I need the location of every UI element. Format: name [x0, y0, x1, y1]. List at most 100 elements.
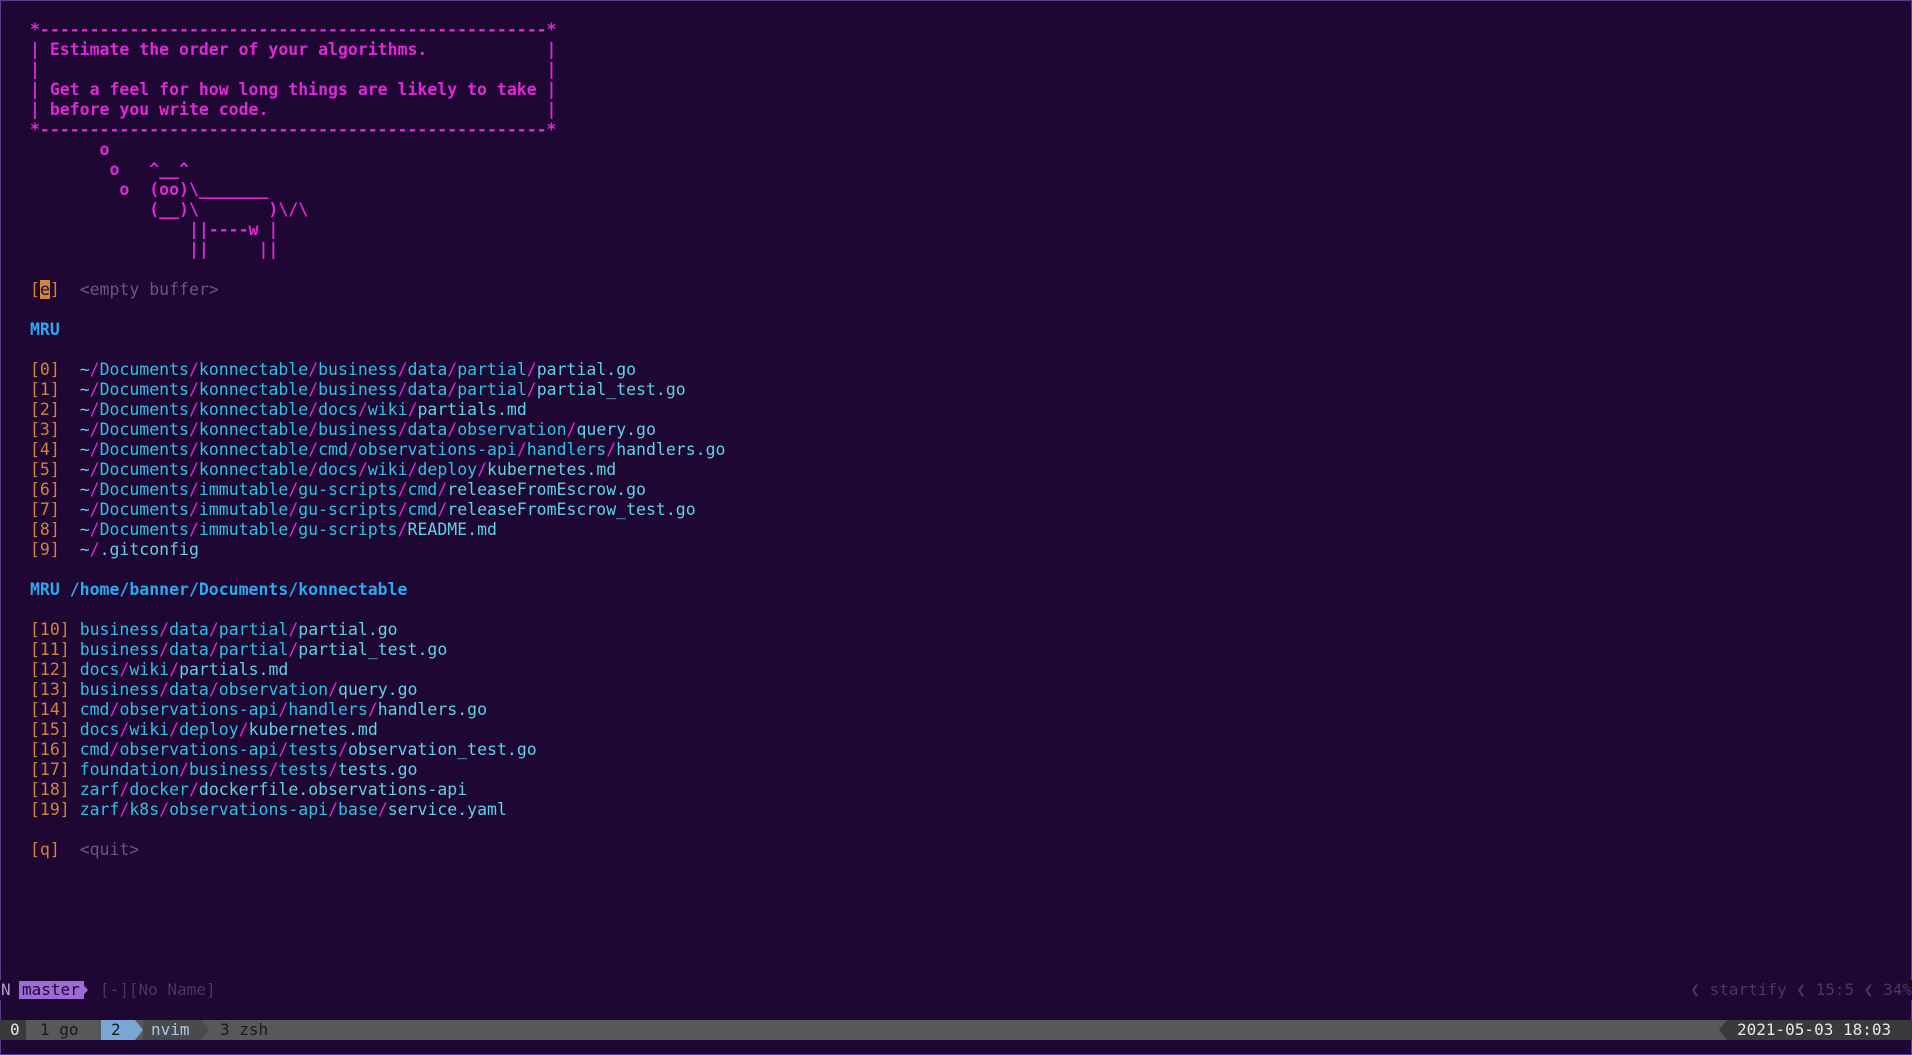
mru-entry[interactable]: [16] cmd/observations-api/tests/observat…	[30, 740, 537, 760]
buffer-name: [-][No Name]	[100, 980, 216, 999]
tmux-window-3[interactable]: 3 zsh	[214, 1020, 268, 1040]
tmux-window-1[interactable]: 1 go	[32, 1020, 79, 1040]
file-percent: 34%	[1883, 980, 1912, 999]
entry-path: ~/Documents/konnectable/cmd/observations…	[80, 440, 726, 459]
path-file-name: handlers.go	[616, 440, 726, 459]
fortune-border-bottom: *---------------------------------------…	[30, 120, 557, 139]
path-segment: ~	[79, 520, 90, 539]
path-separator: /	[308, 440, 319, 459]
path-separator: /	[208, 680, 219, 699]
git-branch: master	[19, 981, 84, 999]
mru-entry[interactable]: [4] ~/Documents/konnectable/cmd/observat…	[30, 440, 725, 460]
mru-entry[interactable]: [5] ~/Documents/konnectable/docs/wiki/de…	[30, 460, 616, 480]
quit-entry[interactable]: [q] <quit>	[30, 840, 139, 860]
path-segment: partial	[457, 380, 527, 399]
cowsay-art-line: || ||	[30, 240, 279, 259]
vim-statusline: N master [-][No Name] ❮ startify ❮ 15:5 …	[0, 980, 1912, 1000]
path-separator: /	[447, 360, 458, 379]
path-separator: /	[526, 360, 537, 379]
entry-path: ~/Documents/konnectable/business/data/ob…	[80, 420, 656, 439]
mru-entry[interactable]: [6] ~/Documents/immutable/gu-scripts/cmd…	[30, 480, 646, 500]
path-segment: data	[407, 360, 448, 379]
mru-entry[interactable]: [18] zarf/docker/dockerfile.observations…	[30, 780, 467, 800]
path-separator: /	[208, 620, 219, 639]
path-separator: /	[437, 500, 448, 519]
path-segment: handlers	[288, 700, 368, 719]
path-file-name: kubernetes.md	[248, 720, 378, 739]
path-separator: /	[357, 400, 368, 419]
entry-path: ~/Documents/immutable/gu-scripts/cmd/rel…	[80, 500, 696, 519]
path-file-name: query.go	[338, 680, 418, 699]
filetype: startify	[1709, 980, 1787, 999]
path-separator: /	[238, 720, 249, 739]
mru-entry[interactable]: [19] zarf/k8s/observations-api/base/serv…	[30, 800, 507, 820]
entry-key: [9]	[30, 540, 60, 559]
path-separator: /	[109, 740, 120, 759]
mru-entry[interactable]: [3] ~/Documents/konnectable/business/dat…	[30, 420, 656, 440]
path-segment: immutable	[198, 480, 289, 499]
mru-entry[interactable]: [17] foundation/business/tests/tests.go	[30, 760, 417, 780]
path-separator: /	[89, 520, 100, 539]
path-file-name: partial.go	[298, 620, 398, 639]
path-separator: /	[188, 420, 199, 439]
mru-entry[interactable]: [2] ~/Documents/konnectable/docs/wiki/pa…	[30, 400, 527, 420]
tmux-window-2-index[interactable]: 2	[101, 1020, 135, 1040]
path-separator: /	[447, 380, 458, 399]
path-segment: observation	[218, 680, 329, 699]
entry-path: docs/wiki/partials.md	[80, 660, 289, 679]
path-separator: /	[308, 420, 319, 439]
mru-entry[interactable]: [14] cmd/observations-api/handlers/handl…	[30, 700, 487, 720]
path-segment: ~	[79, 500, 90, 519]
entry-key: [13]	[30, 680, 70, 699]
mru-entry[interactable]: [11] business/data/partial/partial_test.…	[30, 640, 447, 660]
tmux-session[interactable]: 0	[0, 1020, 26, 1040]
mru-entry[interactable]: [15] docs/wiki/deploy/kubernetes.md	[30, 720, 378, 740]
path-segment: deploy	[179, 720, 239, 739]
vim-mode-indicator: N	[1, 980, 11, 999]
path-segment: cmd	[79, 740, 110, 759]
mru-entry[interactable]: [9] ~/.gitconfig	[30, 540, 199, 560]
path-separator: /	[188, 360, 199, 379]
path-segment: konnectable	[198, 420, 309, 439]
chevron-left-icon: ❮	[1796, 980, 1806, 999]
path-segment: tests	[288, 740, 338, 759]
empty-buffer-label: <empty buffer>	[79, 280, 219, 299]
mru-entry[interactable]: [8] ~/Documents/immutable/gu-scripts/REA…	[30, 520, 497, 540]
entry-path: business/data/observation/query.go	[80, 680, 418, 699]
entry-key: [8]	[30, 520, 60, 539]
path-separator: /	[397, 380, 408, 399]
path-separator: /	[407, 400, 418, 419]
entry-key: [2]	[30, 400, 60, 419]
path-separator: /	[159, 640, 170, 659]
mru-entry[interactable]: [13] business/data/observation/query.go	[30, 680, 418, 700]
path-segment: business	[318, 360, 398, 379]
path-separator: /	[308, 360, 319, 379]
path-segment: cmd	[79, 700, 110, 719]
mru-entry[interactable]: [0] ~/Documents/konnectable/business/dat…	[30, 360, 636, 380]
mru-entry[interactable]: [1] ~/Documents/konnectable/business/dat…	[30, 380, 686, 400]
mru-dir-heading: MRU /home/banner/Documents/konnectable	[30, 580, 408, 599]
path-file-name: query.go	[576, 420, 656, 439]
path-file-name: releaseFromEscrow_test.go	[447, 500, 696, 519]
path-separator: /	[328, 800, 339, 819]
mru-entry[interactable]: [7] ~/Documents/immutable/gu-scripts/cmd…	[30, 500, 696, 520]
path-file-name: kubernetes.md	[487, 460, 617, 479]
path-separator: /	[119, 800, 130, 819]
path-separator: /	[159, 800, 170, 819]
path-segment: konnectable	[198, 440, 309, 459]
path-segment: base	[338, 800, 378, 819]
path-separator: /	[308, 460, 319, 479]
mru-entry[interactable]: [12] docs/wiki/partials.md	[30, 660, 288, 680]
path-segment: gu-scripts	[298, 500, 398, 519]
cowsay-art-line: (__)\ )\/\	[30, 200, 309, 219]
tmux-clock: 2021-05-03 18:03	[1727, 1020, 1912, 1040]
empty-buffer-entry[interactable]: [e] <empty buffer>	[30, 280, 219, 300]
tmux-window-2-name[interactable]: nvim	[143, 1020, 201, 1040]
mru-entry[interactable]: [10] business/data/partial/partial.go	[30, 620, 398, 640]
path-separator: /	[119, 720, 130, 739]
path-segment: ~	[79, 540, 90, 559]
path-segment: business	[79, 640, 160, 659]
path-file-name: partial.go	[536, 360, 637, 379]
path-segment: deploy	[417, 460, 478, 479]
path-separator: /	[188, 380, 199, 399]
